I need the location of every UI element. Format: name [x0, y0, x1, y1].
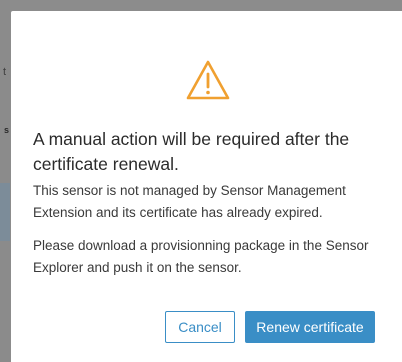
dialog-message-not-managed: This sensor is not managed by Sensor Man… — [33, 183, 346, 220]
dialog-title: A manual action will be required after t… — [33, 129, 350, 174]
dialog-message-instructions: Please download a provisionning package … — [33, 238, 369, 275]
background-text-fragment: t — [3, 66, 7, 78]
background-highlight-band — [0, 183, 10, 241]
background-label-fragment: s — [4, 125, 10, 135]
background-page-edge — [0, 0, 10, 362]
warning-triangle-icon — [186, 60, 230, 100]
certificate-renewal-dialog: A manual action will be required after t… — [11, 11, 402, 362]
renew-certificate-button[interactable]: Renew certificate — [245, 311, 375, 343]
cancel-button[interactable]: Cancel — [165, 311, 235, 343]
